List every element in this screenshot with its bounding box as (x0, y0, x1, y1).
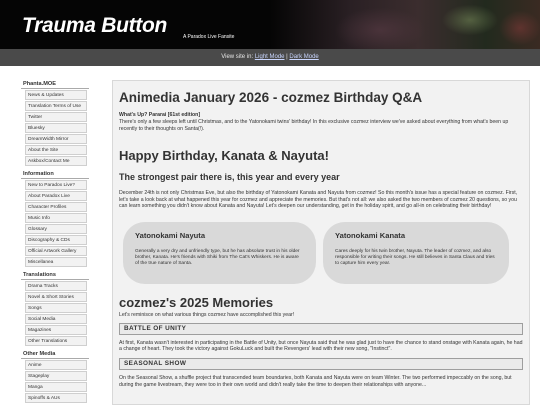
sidebar-group-other-media: Other Media Anime Stageplay Manga Spinof… (21, 349, 89, 403)
section-text-battle-of-unity: At first, Kanata wasn't interested in pa… (119, 339, 523, 353)
sidebar-item-character-profiles[interactable]: Character Profiles (25, 202, 87, 212)
sidebar-item-askbox[interactable]: Askbox/Contact Me (25, 156, 87, 166)
sidebar-item-artwork-gallery[interactable]: Official Artwork Gallery (25, 246, 87, 256)
view-mode-separator: | (286, 54, 288, 60)
section-heading-seasonal-show: SEASONAL SHOW (119, 357, 523, 370)
sidebar-group-translations: Translations Drama Tracks Novel & Short … (21, 270, 89, 346)
character-card-nayuta: Yatonokami Nayuta Generally a very dry a… (123, 221, 316, 284)
sidebar-item-translation-terms[interactable]: Translation Terms of Use (25, 101, 87, 111)
sidebar-item-dreamwidth[interactable]: DreamWidth Mirror (25, 134, 87, 144)
sidebar-item-magazines[interactable]: Magazines (25, 325, 87, 335)
character-name: Yatonokami Nayuta (135, 230, 206, 240)
article-source: What's Up? Pararai [61st edition] (119, 112, 201, 118)
section-heading-battle-of-unity: BATTLE OF UNITY (119, 322, 523, 335)
memories-heading: cozmez's 2025 Memories (119, 294, 274, 310)
section-text-seasonal-show: On the Seasonal Show, a shuffle project … (119, 374, 512, 388)
sidebar-item-bluesky[interactable]: Bluesky (25, 123, 87, 133)
sidebar-item-novels[interactable]: Novel & Short Stories (25, 292, 87, 302)
sidebar-item-news[interactable]: News & Updates (25, 90, 87, 100)
sidebar-item-discography[interactable]: Discography & CDs (25, 235, 87, 245)
page-title: Animedia January 2026 - cozmez Birthday … (119, 90, 423, 105)
sidebar-heading: Other Media (21, 349, 89, 359)
sidebar-heading: Translations (21, 270, 89, 280)
sidebar-item-stageplay[interactable]: Stageplay (25, 371, 87, 381)
sidebar-item-anime[interactable]: Anime (25, 360, 87, 370)
sidebar-heading: Phanta.MOE (21, 79, 89, 89)
view-mode-bar: View site in: Light Mode | Dark Mode (0, 49, 540, 66)
main-content: Animedia January 2026 - cozmez Birthday … (112, 80, 530, 405)
sidebar-item-songs[interactable]: Songs (25, 303, 87, 313)
banner-artwork (270, 0, 540, 49)
character-description: Generally a very dry and unfriendly type… (135, 248, 300, 267)
sidebar-item-about-paradox-live[interactable]: About Paradox Live (25, 191, 87, 201)
sidebar-item-spinoffs[interactable]: Spinoffs & AUs (25, 393, 87, 403)
birthday-subheading: The strongest pair there is, this year a… (119, 172, 340, 182)
site-title[interactable]: Trauma Button (22, 14, 167, 38)
sidebar-item-social-media[interactable]: Social Media (25, 314, 87, 324)
sidebar-heading: Information (21, 169, 89, 179)
birthday-paragraph: December 24th is not only Christmas Eve,… (119, 190, 518, 210)
header-banner: Trauma Button A Paradox Live Fansite (0, 0, 540, 49)
article-intro: There's only a few sleeps left until Chr… (119, 119, 509, 132)
sidebar-group-information: Information New to Paradox Live? About P… (21, 169, 89, 267)
character-name: Yatonokami Kanata (335, 230, 406, 240)
sidebar-item-drama-tracks[interactable]: Drama Tracks (25, 281, 87, 291)
character-card-kanata: Yatonokami Kanata Cares deeply for his t… (323, 221, 509, 284)
character-description: Cares deeply for his twin brother, Nayut… (335, 248, 495, 267)
sidebar-item-glossary[interactable]: Glossary (25, 224, 87, 234)
light-mode-link[interactable]: Light Mode (255, 54, 285, 60)
sidebar-group-phanta: Phanta.MOE News & Updates Translation Te… (21, 79, 89, 166)
sidebar-item-other-translations[interactable]: Other Translations (25, 336, 87, 346)
sidebar-item-miscellanea[interactable]: Miscellanea (25, 257, 87, 267)
sidebar-item-twitter[interactable]: Twitter (25, 112, 87, 122)
character-cards: Yatonokami Nayuta Generally a very dry a… (119, 221, 523, 284)
sidebar-item-about-site[interactable]: About the Site (25, 145, 87, 155)
birthday-heading: Happy Birthday, Kanata & Nayuta! (119, 148, 329, 163)
sidebar-item-new-to-paradox-live[interactable]: New to Paradox Live? (25, 180, 87, 190)
memories-intro: Let's reminisce on what various things c… (119, 311, 295, 318)
site-subtitle: A Paradox Live Fansite (183, 34, 235, 40)
sidebar-item-manga[interactable]: Manga (25, 382, 87, 392)
sidebar: Phanta.MOE News & Updates Translation Te… (21, 79, 89, 405)
dark-mode-link[interactable]: Dark Mode (289, 54, 318, 60)
view-mode-label: View site in: (221, 54, 254, 60)
sidebar-item-music-info[interactable]: Music Info (25, 213, 87, 223)
